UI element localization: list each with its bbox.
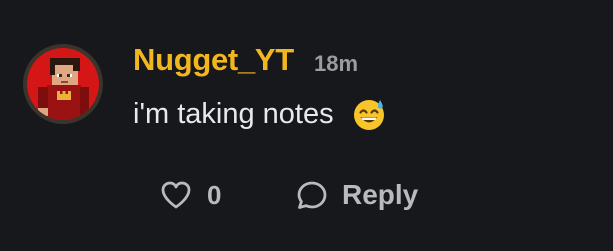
comment: Nugget_YT 18m i'm taking notes 0 Reply xyxy=(0,0,613,251)
comment-message: i'm taking notes xyxy=(133,97,386,131)
heart-icon xyxy=(161,181,191,209)
grinning-face-with-sweat-icon xyxy=(352,97,386,131)
reply-label: Reply xyxy=(342,179,419,210)
comment-text: i'm taking notes xyxy=(133,97,334,130)
minecraft-skin-avatar-icon xyxy=(27,48,99,120)
avatar[interactable] xyxy=(23,44,103,124)
reply-button[interactable]: Reply xyxy=(296,176,418,214)
like-button[interactable]: 0 xyxy=(160,176,221,214)
like-count: 0 xyxy=(207,179,222,210)
username[interactable]: Nugget_YT xyxy=(133,42,294,78)
timestamp: 18m xyxy=(314,51,359,76)
speech-bubble-icon xyxy=(297,181,327,209)
